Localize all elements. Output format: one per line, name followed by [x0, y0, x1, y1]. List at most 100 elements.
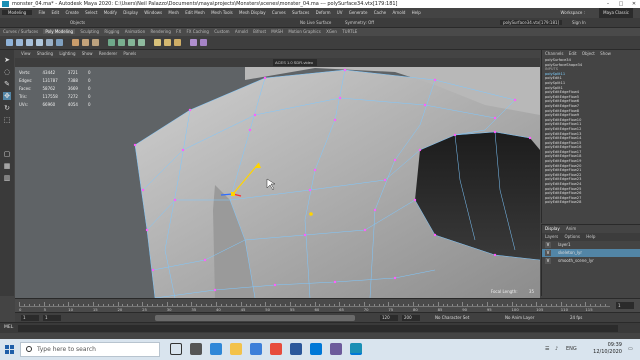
shelf-tab[interactable]: TURTLE: [342, 29, 357, 34]
shelf-tab[interactable]: Motion Graphics: [288, 29, 321, 34]
cortana-icon[interactable]: [170, 343, 182, 355]
quad-draw-icon[interactable]: [174, 39, 181, 46]
menu-surfaces[interactable]: Surfaces: [292, 10, 309, 15]
menu-modify[interactable]: Modify: [104, 10, 117, 15]
extrude-icon[interactable]: [108, 39, 115, 46]
selected-node-field[interactable]: polySurface34.vtx[179:181]: [500, 20, 563, 25]
layer-menu-options[interactable]: Options: [565, 234, 580, 239]
visibility-toggle[interactable]: V: [545, 258, 551, 264]
workspace-dropdown[interactable]: Maya Classic: [599, 8, 633, 18]
menu-arnold[interactable]: Arnold: [392, 10, 405, 15]
colorspace-field[interactable]: [273, 59, 317, 66]
menu-cache[interactable]: Cache: [374, 10, 386, 15]
close-button[interactable]: ✕: [628, 0, 640, 8]
shelf-tab[interactable]: Arnold: [235, 29, 248, 34]
lasso-tool-icon[interactable]: ◌: [3, 68, 11, 76]
menu-file[interactable]: File: [38, 10, 45, 15]
plane-icon[interactable]: [46, 39, 53, 46]
menu-uv[interactable]: UV: [337, 10, 343, 15]
separate-icon[interactable]: [82, 39, 89, 46]
shelf-tab-active[interactable]: Poly Modeling: [43, 29, 76, 34]
cb-menu-object[interactable]: Object: [582, 51, 595, 56]
menu-mesh-tools[interactable]: Mesh Tools: [211, 10, 233, 15]
maximize-button[interactable]: □: [615, 0, 627, 8]
app-icon[interactable]: [290, 343, 302, 355]
shelf-tab[interactable]: MASH: [271, 29, 283, 34]
visibility-toggle[interactable]: V: [545, 250, 551, 256]
anim-layer-dropdown[interactable]: No Anim Layer: [505, 315, 534, 321]
menu-edit-mesh[interactable]: Edit Mesh: [185, 10, 205, 15]
layout-split-icon[interactable]: ▥: [3, 174, 11, 182]
menu-help[interactable]: Help: [412, 10, 421, 15]
objects-dropdown[interactable]: Objects: [70, 20, 85, 25]
vp-menu-shading[interactable]: Shading: [37, 51, 53, 56]
menu-set-dropdown[interactable]: Modeling: [2, 10, 33, 15]
command-input[interactable]: [18, 325, 618, 332]
menu-edit[interactable]: Edit: [51, 10, 59, 15]
layout-four-icon[interactable]: ▦: [3, 162, 11, 170]
task-view-icon[interactable]: [190, 343, 202, 355]
menu-create[interactable]: Create: [66, 10, 79, 15]
shelf-tab[interactable]: Rendering: [150, 29, 170, 34]
torus-icon[interactable]: [56, 39, 63, 46]
shelf-tab[interactable]: FX Caching: [186, 29, 208, 34]
list-item[interactable]: polyEditEdgeFlow28: [545, 200, 640, 205]
viewport-panel[interactable]: View Shading Lighting Show Renderer Pane…: [15, 50, 540, 298]
vp-menu-view[interactable]: View: [21, 51, 31, 56]
vp-menu-show[interactable]: Show: [82, 51, 93, 56]
menu-curves[interactable]: Curves: [272, 10, 286, 15]
vp-menu-renderer[interactable]: Renderer: [99, 51, 117, 56]
live-surface-field[interactable]: No Live Surface: [300, 20, 331, 25]
photoshop-icon[interactable]: [330, 343, 342, 355]
target-weld-icon[interactable]: [164, 39, 171, 46]
taskbar-search-box[interactable]: Type here to search: [20, 342, 160, 357]
maya-taskbar-icon[interactable]: [350, 343, 362, 355]
file-explorer-icon[interactable]: [230, 343, 242, 355]
layer-menu-help[interactable]: Help: [586, 234, 595, 239]
bridge-icon[interactable]: [118, 39, 125, 46]
fill-hole-icon[interactable]: [138, 39, 145, 46]
cb-menu-show[interactable]: Show: [600, 51, 611, 56]
menu-select[interactable]: Select: [85, 10, 97, 15]
menu-deform[interactable]: Deform: [316, 10, 331, 15]
minimize-button[interactable]: –: [602, 0, 614, 8]
edge-icon[interactable]: [210, 343, 222, 355]
layout-single-icon[interactable]: ▢: [3, 150, 11, 158]
symmetry-dropdown[interactable]: Symmetry: Off: [345, 20, 374, 25]
menu-mesh-display[interactable]: Mesh Display: [239, 10, 266, 15]
end-frame-field[interactable]: 200: [402, 315, 420, 321]
sign-in-button[interactable]: Sign In: [572, 20, 586, 25]
start-frame-field[interactable]: 1: [21, 315, 39, 321]
cylinder-icon[interactable]: [26, 39, 33, 46]
time-slider[interactable]: 0 5 10 15 20 25 30 35 40 45 50 55 60 65 70 75 80 85 90 95 10…: [15, 298, 640, 312]
layer-row[interactable]: V skeleton_lyr: [542, 249, 640, 257]
planar-map-icon[interactable]: [200, 39, 207, 46]
vp-menu-lighting[interactable]: Lighting: [59, 51, 75, 56]
cone-icon[interactable]: [36, 39, 43, 46]
menu-display[interactable]: Display: [123, 10, 138, 15]
store-icon[interactable]: [250, 343, 262, 355]
shelf-tab[interactable]: Animation: [125, 29, 145, 34]
visibility-toggle[interactable]: V: [545, 242, 551, 248]
combine-icon[interactable]: [72, 39, 79, 46]
language-indicator[interactable]: ENG: [566, 346, 577, 352]
shelf-tab[interactable]: FX: [176, 29, 181, 34]
range-bar[interactable]: [155, 315, 355, 321]
cb-menu-channels[interactable]: Channels: [545, 51, 564, 56]
menu-mesh[interactable]: Mesh: [168, 10, 179, 15]
rotate-tool-icon[interactable]: ↻: [3, 104, 11, 112]
mel-label[interactable]: MEL: [4, 325, 13, 330]
cb-menu-edit[interactable]: Edit: [569, 51, 577, 56]
smooth-icon[interactable]: [92, 39, 99, 46]
tab-display[interactable]: Display: [545, 226, 560, 231]
volume-icon[interactable]: ♪: [555, 346, 558, 352]
paint-select-icon[interactable]: ✎: [3, 80, 11, 88]
cube-icon[interactable]: [16, 39, 23, 46]
inner-end-field[interactable]: 120: [380, 315, 398, 321]
shelf-tab[interactable]: Sculpting: [80, 29, 99, 34]
sphere-icon[interactable]: [6, 39, 13, 46]
layer-row[interactable]: V layer1: [542, 241, 640, 249]
network-icon[interactable]: ☰: [545, 346, 549, 352]
bevel-icon[interactable]: [128, 39, 135, 46]
move-tool-icon[interactable]: ✥: [3, 92, 11, 100]
